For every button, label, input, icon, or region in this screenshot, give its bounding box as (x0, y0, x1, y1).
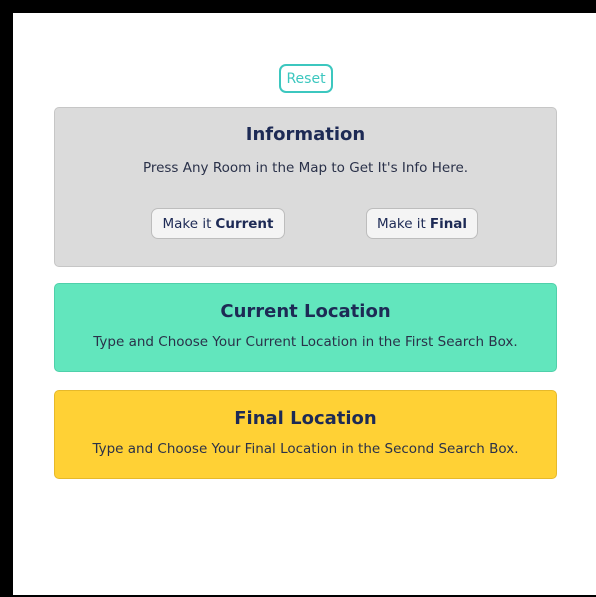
make-final-label: Final (429, 215, 468, 232)
information-text: Press Any Room in the Map to Get It's In… (142, 160, 469, 176)
make-current-button[interactable]: Make it Current (151, 208, 285, 239)
final-location-title: Final Location (234, 408, 377, 429)
make-current-prefix: Make it (162, 215, 212, 232)
current-location-text: Type and Choose Your Current Location in… (93, 334, 518, 350)
information-title: Information (245, 124, 366, 145)
make-current-label: Current (215, 215, 274, 232)
make-final-prefix: Make it (376, 215, 426, 232)
make-final-button[interactable]: Make it Final (366, 208, 478, 239)
final-location-text: Type and Choose Your Final Location in t… (92, 441, 519, 457)
reset-button[interactable]: Reset (279, 64, 333, 93)
current-location-card: Current Location Type and Choose Your Cu… (54, 283, 557, 372)
current-location-title: Current Location (220, 301, 391, 322)
final-location-card: Final Location Type and Choose Your Fina… (54, 390, 557, 479)
information-card: Information Press Any Room in the Map to… (54, 107, 557, 267)
